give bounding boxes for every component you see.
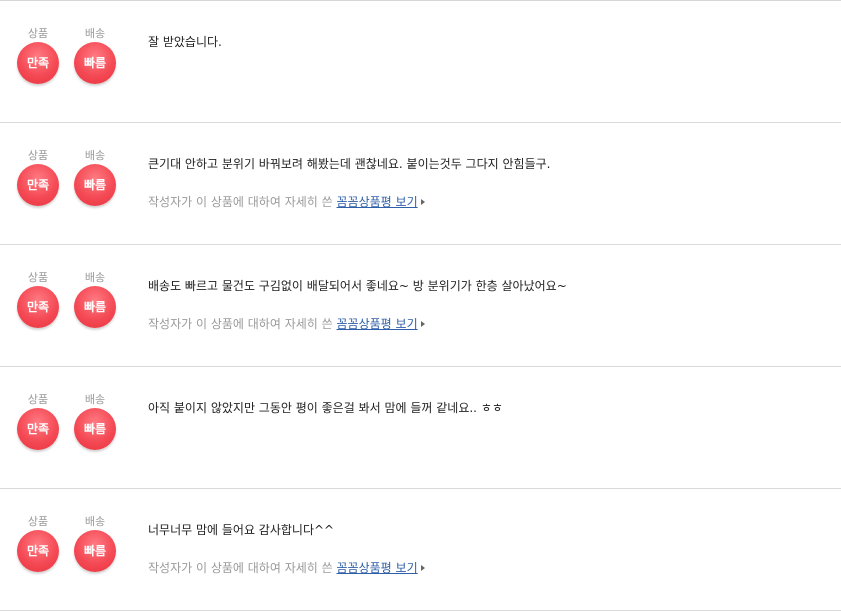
list-top-border [0,0,841,1]
badge-label: 상품 [27,27,49,40]
product-satisfaction-badge: 상품 만족 [16,271,60,328]
detail-prefix: 작성자가 이 상품에 대하여 자세히 쓴 [148,561,333,575]
product-satisfaction-badge: 상품 만족 [16,515,60,572]
badge-value: 만족 [17,408,59,450]
delivery-speed-badge: 배송 빠름 [73,149,117,206]
detail-review-line: 작성자가 이 상품에 대하여 자세히 쓴 꼼꼼상품평 보기 [148,560,425,576]
badge-label: 상품 [27,271,49,284]
product-satisfaction-badge: 상품 만족 [16,27,60,84]
review-item: 상품 만족 배송 빠름 너무너무 맘에 들어요 감사합니다^^ 작성자가 이 상… [0,490,841,611]
detailed-review-link[interactable]: 꼼꼼상품평 보기 [337,317,418,331]
review-text: 배송도 빠르고 물건도 구김없이 배달되어서 좋네요~ 방 분위기가 한층 살아… [148,279,567,293]
review-text: 아직 붙이지 않았지만 그동안 평이 좋은걸 봐서 맘에 들꺼 같네요.. ㅎㅎ [148,401,503,415]
badge-label: 상품 [27,149,49,162]
detailed-review-link[interactable]: 꼼꼼상품평 보기 [337,195,418,209]
arrow-right-icon [420,199,425,205]
review-text: 잘 받았습니다. [148,35,222,49]
arrow-right-icon [420,565,425,571]
badge-value: 만족 [17,164,59,206]
badge-value: 만족 [17,530,59,572]
arrow-right-icon [420,321,425,327]
product-satisfaction-badge: 상품 만족 [16,149,60,206]
review-item: 상품 만족 배송 빠름 큰기대 안하고 분위기 바꿔보려 해봤는데 괜찮네요. … [0,124,841,245]
badge-value: 빠름 [74,286,116,328]
delivery-speed-badge: 배송 빠름 [73,27,117,84]
badge-value: 만족 [17,286,59,328]
detail-review-line: 작성자가 이 상품에 대하여 자세히 쓴 꼼꼼상품평 보기 [148,316,425,332]
review-item: 상품 만족 배송 빠름 아직 붙이지 않았지만 그동안 평이 좋은걸 봐서 맘에… [0,368,841,489]
badge-label: 배송 [84,393,106,406]
badge-value: 빠름 [74,164,116,206]
badge-label: 배송 [84,271,106,284]
review-text: 너무너무 맘에 들어요 감사합니다^^ [148,523,335,537]
review-item: 상품 만족 배송 빠름 배송도 빠르고 물건도 구김없이 배달되어서 좋네요~ … [0,246,841,367]
badge-value: 빠름 [74,42,116,84]
delivery-speed-badge: 배송 빠름 [73,515,117,572]
badge-label: 배송 [84,515,106,528]
detail-review-line: 작성자가 이 상품에 대하여 자세히 쓴 꼼꼼상품평 보기 [148,194,425,210]
badge-value: 빠름 [74,530,116,572]
review-item: 상품 만족 배송 빠름 잘 받았습니다. [0,2,841,123]
review-text: 큰기대 안하고 분위기 바꿔보려 해봤는데 괜찮네요. 붙이는것두 그다지 안힘… [148,157,551,171]
badge-label: 상품 [27,393,49,406]
detail-prefix: 작성자가 이 상품에 대하여 자세히 쓴 [148,317,333,331]
badge-value: 빠름 [74,408,116,450]
badge-label: 배송 [84,149,106,162]
product-satisfaction-badge: 상품 만족 [16,393,60,450]
badge-label: 상품 [27,515,49,528]
detail-prefix: 작성자가 이 상품에 대하여 자세히 쓴 [148,195,333,209]
detailed-review-link[interactable]: 꼼꼼상품평 보기 [337,561,418,575]
delivery-speed-badge: 배송 빠름 [73,393,117,450]
badge-value: 만족 [17,42,59,84]
badge-label: 배송 [84,27,106,40]
delivery-speed-badge: 배송 빠름 [73,271,117,328]
